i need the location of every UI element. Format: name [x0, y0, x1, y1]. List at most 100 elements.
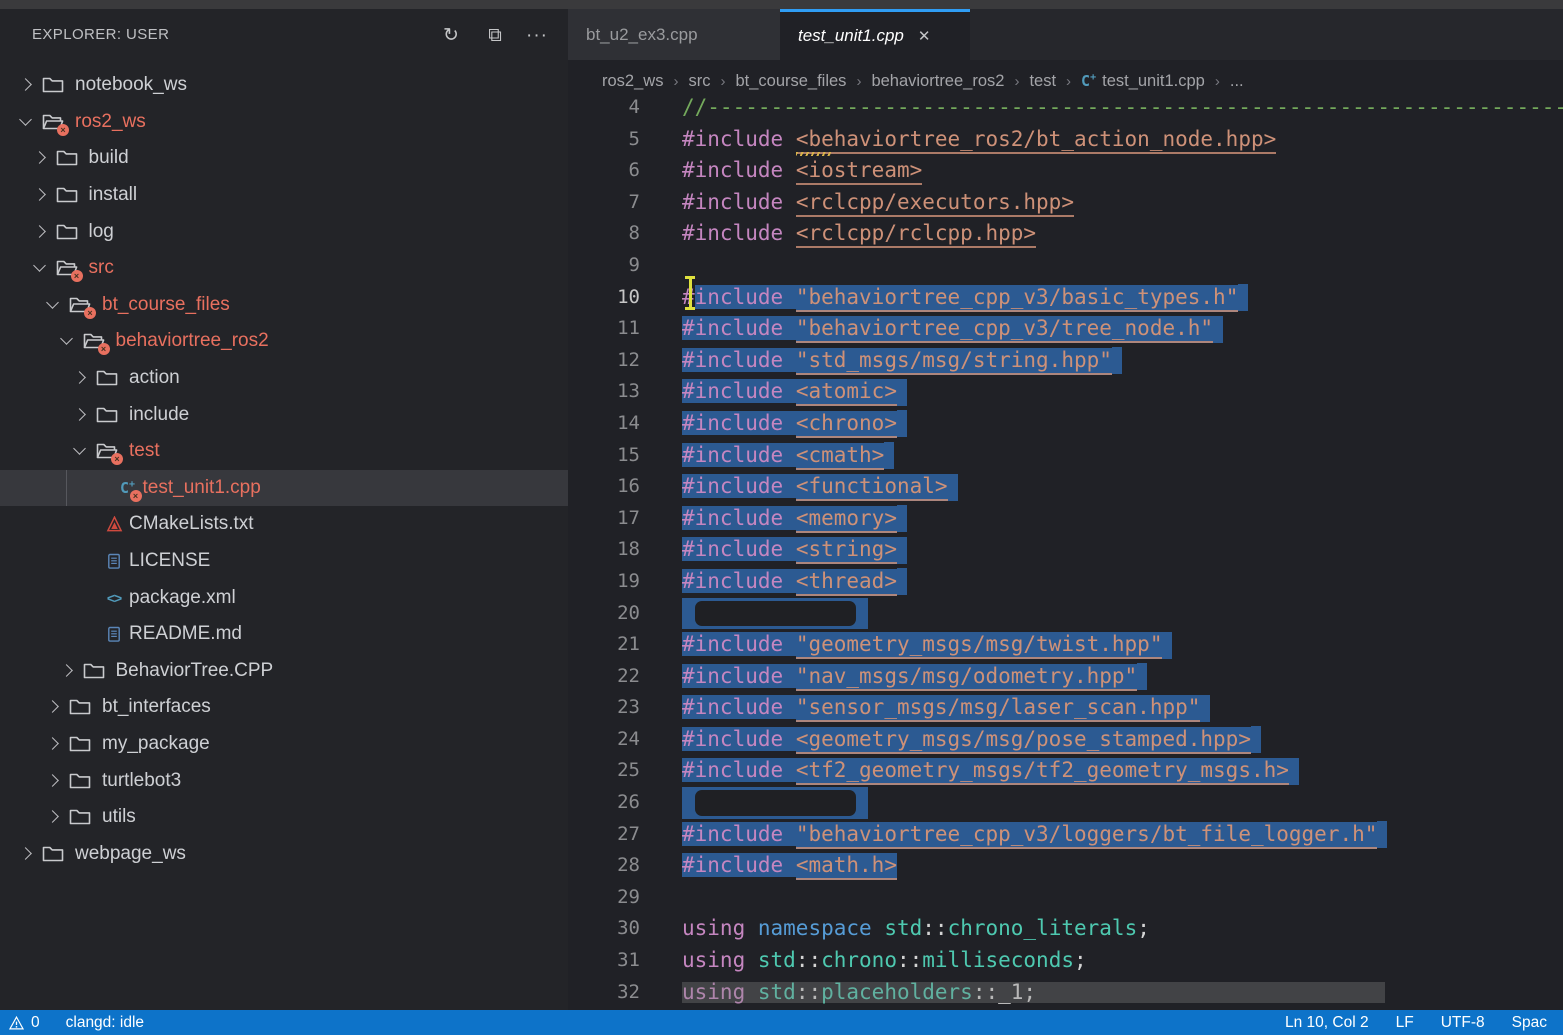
- breadcrumb-item-src[interactable]: src: [688, 72, 710, 91]
- tree-item-cmakelists-txt[interactable]: CMakeLists.txt: [0, 506, 568, 543]
- tree-item-behaviortree-cpp[interactable]: BehaviorTree.CPP: [0, 653, 568, 690]
- code-line-27[interactable]: 27#include "behaviortree_cpp_v3/loggers/…: [568, 819, 1563, 851]
- chevron-down-icon[interactable]: [18, 114, 34, 130]
- tree-item-turtlebot3[interactable]: turtlebot3: [0, 762, 568, 799]
- code-line-19[interactable]: 19#include <thread>: [568, 566, 1563, 598]
- code-line-26[interactable]: 26: [568, 787, 1563, 819]
- code-editor[interactable]: 4//-------------------------------------…: [568, 92, 1563, 1008]
- indentation-indicator[interactable]: Spac: [1512, 1014, 1547, 1032]
- tree-item-test[interactable]: ×test: [0, 433, 568, 470]
- code-line-10[interactable]: 10#include "behaviortree_cpp_v3/basic_ty…: [568, 282, 1563, 314]
- collapse-folders-icon[interactable]: ⧉: [482, 23, 508, 49]
- tree-item-build[interactable]: build: [0, 140, 568, 177]
- tree-item-behaviortree-ros2[interactable]: ×behaviortree_ros2: [0, 323, 568, 360]
- code-line-18[interactable]: 18#include <string>: [568, 534, 1563, 566]
- code-line-20[interactable]: 20: [568, 598, 1563, 630]
- code-line-22[interactable]: 22#include "nav_msgs/msg/odometry.hpp": [568, 661, 1563, 693]
- chevron-right-icon[interactable]: [18, 77, 34, 93]
- code-line-29[interactable]: 29: [568, 882, 1563, 914]
- code-line-17[interactable]: 17#include <memory>: [568, 503, 1563, 535]
- tree-item-webpage-ws[interactable]: webpage_ws: [0, 835, 568, 872]
- breadcrumb-separator: ›: [1215, 73, 1220, 90]
- file-tree: notebook_ws×ros2_wsbuildinstalllog×src×b…: [0, 67, 568, 872]
- tree-item-src[interactable]: ×src: [0, 250, 568, 287]
- tab-test-unit1-cpp[interactable]: test_unit1.cpp✕: [780, 9, 970, 60]
- chevron-right-icon[interactable]: [45, 773, 61, 789]
- token-pl: [783, 822, 796, 846]
- breadcrumb-item--[interactable]: ...: [1230, 72, 1244, 91]
- token-kw: using: [682, 916, 745, 940]
- code-line-24[interactable]: 24#include <geometry_msgs/msg/pose_stamp…: [568, 724, 1563, 756]
- chevron-down-icon[interactable]: [72, 443, 88, 459]
- chevron-right-icon[interactable]: [45, 699, 61, 715]
- tab-bt-u2-ex3-cpp[interactable]: bt_u2_ex3.cpp: [568, 9, 780, 60]
- tree-item-test-unit1-cpp[interactable]: C+×test_unit1.cpp: [0, 470, 568, 507]
- tree-item-my-package[interactable]: my_package: [0, 726, 568, 763]
- chevron-down-icon[interactable]: [45, 297, 61, 313]
- tree-item-package-xml[interactable]: <>package.xml: [0, 579, 568, 616]
- breadcrumb-label: ros2_ws: [602, 72, 663, 91]
- token-inc: <math.h>: [796, 853, 897, 880]
- refresh-icon[interactable]: ↻: [438, 23, 464, 49]
- tree-item-bt-interfaces[interactable]: bt_interfaces: [0, 689, 568, 726]
- breadcrumb-item-behaviortree-ros2[interactable]: behaviortree_ros2: [871, 72, 1004, 91]
- token-inc: "behaviortree_cpp_v3/loggers/bt_file_log…: [796, 822, 1378, 849]
- breadcrumb-item-test[interactable]: test: [1029, 72, 1056, 91]
- code-line-31[interactable]: 31using std::chrono::milliseconds;: [568, 945, 1563, 977]
- line-content: using namespace std::chrono_literals;: [682, 913, 1150, 945]
- code-line-12[interactable]: 12#include "std_msgs/msg/string.hpp": [568, 345, 1563, 377]
- chevron-right-icon[interactable]: [32, 150, 48, 166]
- chevron-right-icon[interactable]: [32, 224, 48, 240]
- code-line-15[interactable]: 15#include <cmath>: [568, 440, 1563, 472]
- tree-item-ros2-ws[interactable]: ×ros2_ws: [0, 104, 568, 141]
- clangd-status[interactable]: clangd: idle: [66, 1014, 144, 1032]
- cursor-position[interactable]: Ln 10, Col 2: [1285, 1014, 1369, 1032]
- problems-indicator[interactable]: 0: [9, 1014, 40, 1032]
- code-line-14[interactable]: 14#include <chrono>: [568, 408, 1563, 440]
- chevron-right-icon[interactable]: [72, 407, 88, 423]
- code-line-21[interactable]: 21#include "geometry_msgs/msg/twist.hpp": [568, 629, 1563, 661]
- tree-item-readme-md[interactable]: README.md: [0, 616, 568, 653]
- tree-item-utils[interactable]: utils: [0, 799, 568, 836]
- chevron-right-icon[interactable]: [72, 370, 88, 386]
- code-line-4[interactable]: 4//-------------------------------------…: [568, 92, 1563, 124]
- code-line-30[interactable]: 30using namespace std::chrono_literals;: [568, 913, 1563, 945]
- breadcrumb-item-test-unit1-cpp[interactable]: C+test_unit1.cpp: [1081, 72, 1205, 91]
- chevron-right-icon[interactable]: [18, 846, 34, 862]
- tree-item-install[interactable]: install: [0, 177, 568, 214]
- breadcrumb-item-ros2-ws[interactable]: ros2_ws: [602, 72, 663, 91]
- code-line-5[interactable]: 5#include <behaviortree_ros2/bt_action_n…: [568, 124, 1563, 156]
- code-line-13[interactable]: 13#include <atomic>: [568, 376, 1563, 408]
- code-line-9[interactable]: 9: [568, 250, 1563, 282]
- selection-newline-tail: [1213, 316, 1223, 343]
- code-line-7[interactable]: 7#include <rclcpp/executors.hpp>: [568, 187, 1563, 219]
- chevron-down-icon[interactable]: [59, 333, 75, 349]
- tree-item-notebook-ws[interactable]: notebook_ws: [0, 67, 568, 104]
- token-kw: #include: [682, 379, 783, 403]
- code-line-6[interactable]: 6#include <iostream>: [568, 155, 1563, 187]
- tree-item-log[interactable]: log: [0, 213, 568, 250]
- breadcrumb-item-bt-course-files[interactable]: bt_course_files: [735, 72, 846, 91]
- chevron-right-icon[interactable]: [45, 736, 61, 752]
- eol-indicator[interactable]: LF: [1396, 1014, 1414, 1032]
- tree-item-bt-course-files[interactable]: ×bt_course_files: [0, 287, 568, 324]
- tree-item-action[interactable]: action: [0, 360, 568, 397]
- horizontal-scrollbar[interactable]: [682, 982, 1385, 1003]
- chevron-right-icon[interactable]: [45, 809, 61, 825]
- encoding-indicator[interactable]: UTF-8: [1441, 1014, 1485, 1032]
- code-line-25[interactable]: 25#include <tf2_geometry_msgs/tf2_geomet…: [568, 755, 1563, 787]
- selection-newline-tail: [897, 505, 907, 532]
- code-line-8[interactable]: 8#include <rclcpp/rclcpp.hpp>: [568, 218, 1563, 250]
- code-line-16[interactable]: 16#include <functional>: [568, 471, 1563, 503]
- tree-item-license[interactable]: LICENSE: [0, 543, 568, 580]
- chevron-right-icon[interactable]: [32, 187, 48, 203]
- code-line-28[interactable]: 28#include <math.h>: [568, 850, 1563, 882]
- chevron-down-icon[interactable]: [32, 260, 48, 276]
- error-badge: ×: [130, 490, 142, 502]
- code-line-11[interactable]: 11#include "behaviortree_cpp_v3/tree_nod…: [568, 313, 1563, 345]
- chevron-right-icon[interactable]: [59, 663, 75, 679]
- close-icon[interactable]: ✕: [918, 27, 931, 45]
- code-line-23[interactable]: 23#include "sensor_msgs/msg/laser_scan.h…: [568, 692, 1563, 724]
- tree-item-include[interactable]: include: [0, 396, 568, 433]
- more-actions-icon[interactable]: ···: [524, 23, 550, 49]
